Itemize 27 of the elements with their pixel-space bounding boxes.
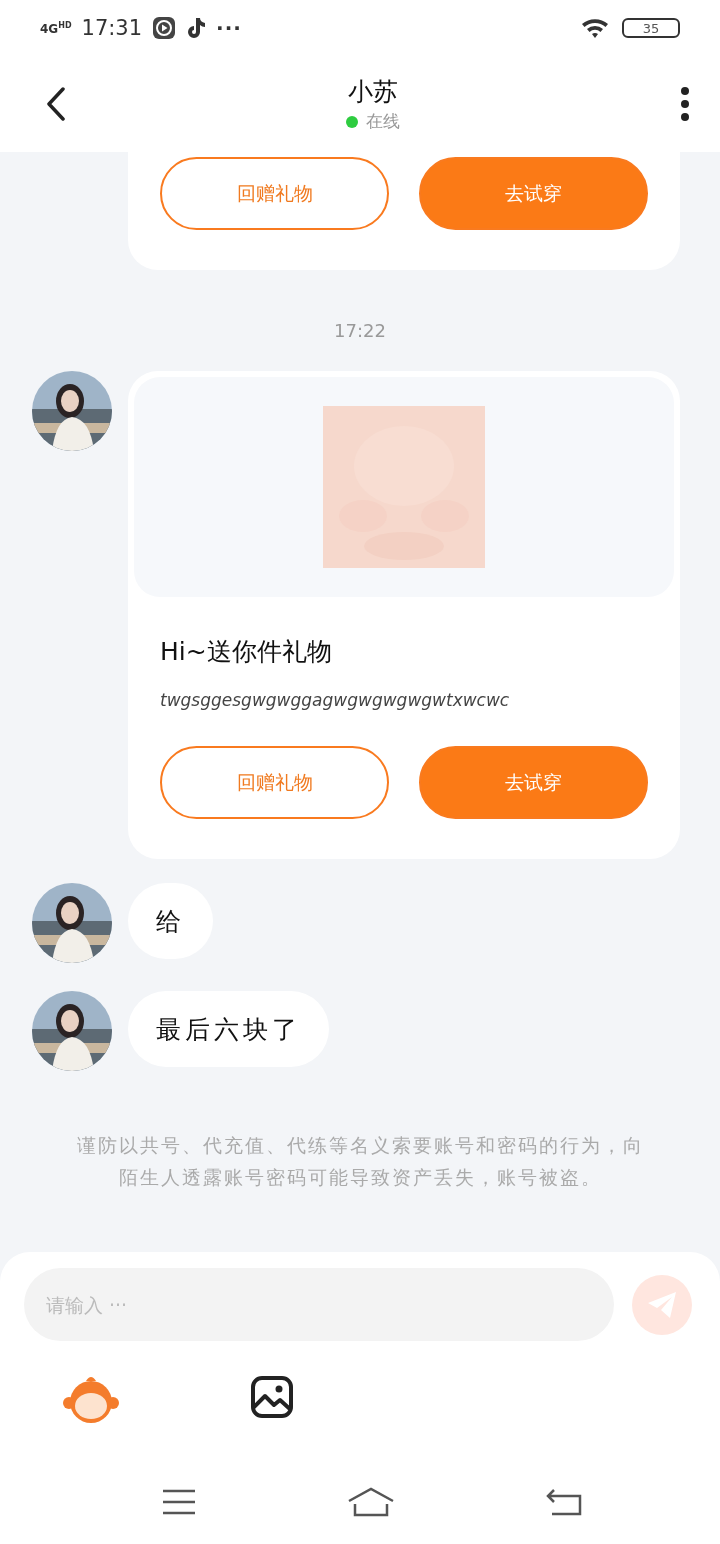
return-gift-button[interactable]: 回赠礼物	[160, 746, 389, 819]
battery-indicator: 35	[622, 18, 680, 38]
send-icon	[646, 1289, 678, 1320]
message-bubble: 给	[128, 883, 213, 959]
home-icon[interactable]	[347, 1487, 395, 1517]
try-on-button[interactable]: 去试穿	[419, 157, 648, 230]
gift-title: Hi~送你件礼物	[160, 636, 333, 668]
return-gift-button[interactable]: 回赠礼物	[160, 157, 389, 230]
play-icon	[152, 16, 177, 40]
image-icon[interactable]	[250, 1375, 294, 1419]
try-on-button[interactable]: 去试穿	[419, 746, 648, 819]
sticker-icon[interactable]	[62, 1375, 120, 1425]
back-icon[interactable]	[46, 87, 66, 121]
back-icon[interactable]	[546, 1488, 582, 1516]
message-bubble: 最后六块了	[128, 991, 329, 1067]
timestamp: 17:22	[334, 320, 386, 341]
gift-description: twgsggesgwgwggagwgwgwgwgwtxwcwc	[160, 690, 511, 710]
status-label: 在线	[366, 110, 400, 133]
menu-icon[interactable]	[162, 1489, 196, 1515]
music-note-icon	[186, 17, 207, 39]
more-notifications: ···	[216, 16, 242, 40]
message-input[interactable]: 请输入 ···	[24, 1268, 614, 1341]
security-notice: 谨防以共号、代充值、代练等名义索要账号和密码的行为，向陌生人透露账号密码可能导致资产丢失，账号被盗。	[75, 1133, 645, 1190]
contact-name: 小苏	[348, 76, 398, 108]
signal-label: 4G$^{HD}$	[40, 21, 72, 35]
clock: 17:31	[81, 16, 143, 40]
more-icon[interactable]	[680, 86, 690, 122]
